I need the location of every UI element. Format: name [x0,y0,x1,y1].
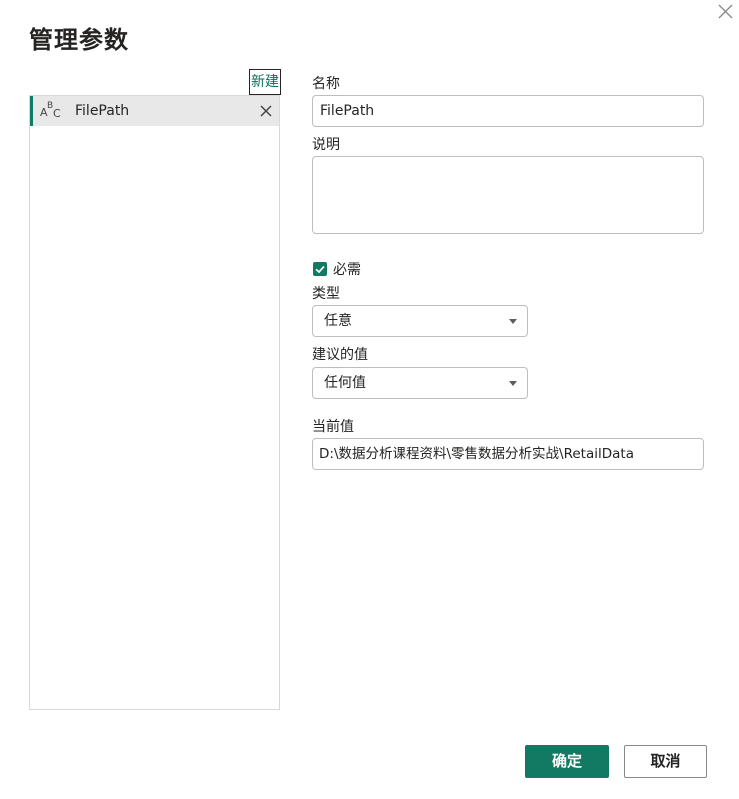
name-input[interactable]: FilePath [312,95,704,127]
suggested-values-dropdown-value: 任何值 [324,375,366,391]
delete-parameter-icon[interactable] [259,104,273,118]
cancel-button[interactable]: 取消 [624,745,707,778]
manage-parameters-dialog: 管理参数 新建 A B C FilePath 名称 FilePath 说明 必需… [0,0,739,799]
chevron-down-icon [509,381,517,386]
close-icon[interactable] [713,0,737,24]
new-parameter-button[interactable]: 新建 [249,69,281,95]
type-label: 类型 [312,286,340,302]
current-value-label: 当前值 [312,419,354,435]
type-dropdown-value: 任意 [324,313,352,329]
suggested-values-dropdown[interactable]: 任何值 [312,367,528,399]
parameter-list: A B C FilePath [29,95,280,710]
required-checkbox[interactable] [313,262,327,276]
parameter-name: FilePath [75,103,130,119]
current-value-input[interactable]: D:\数据分析课程资料\零售数据分析实战\RetailData [312,438,704,470]
type-dropdown[interactable]: 任意 [312,305,528,337]
dialog-title: 管理参数 [29,26,129,54]
suggested-values-label: 建议的值 [312,347,368,363]
parameter-list-item-filepath[interactable]: A B C FilePath [30,96,279,126]
name-label: 名称 [312,76,340,92]
abc-text-icon: A B C [40,101,61,120]
description-label: 说明 [312,137,340,153]
chevron-down-icon [509,319,517,324]
description-textarea[interactable] [312,156,704,234]
ok-button[interactable]: 确定 [525,745,609,778]
required-label: 必需 [333,262,361,278]
